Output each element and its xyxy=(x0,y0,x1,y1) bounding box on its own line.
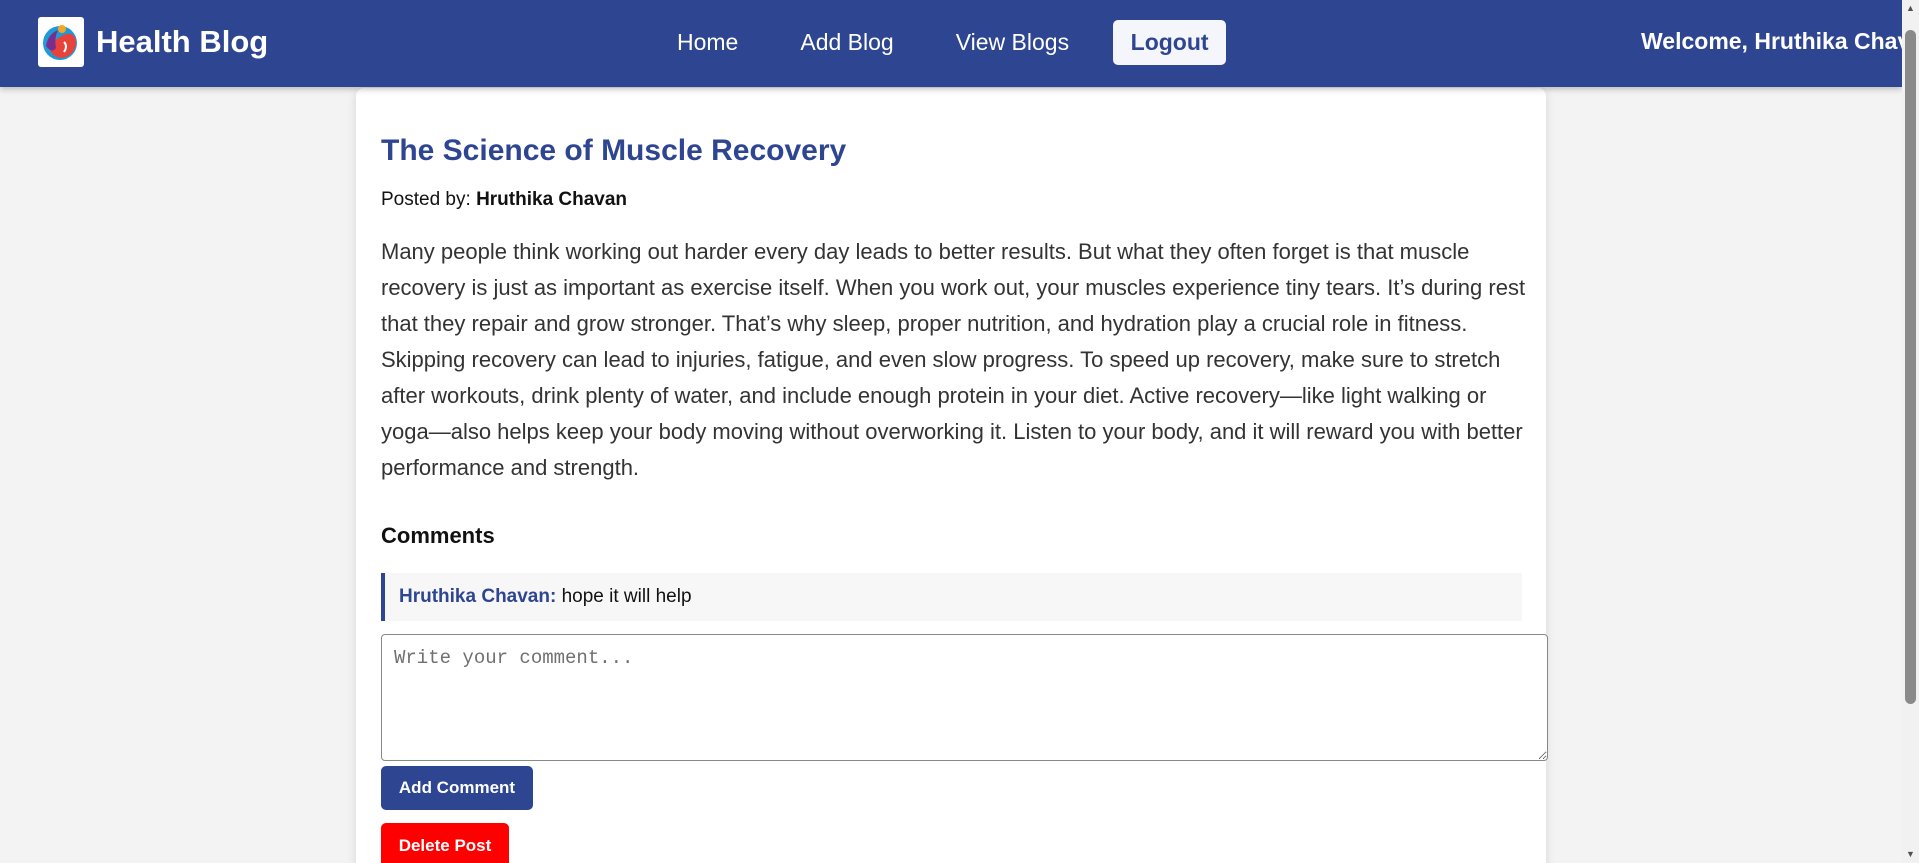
comment-author: Hruthika Chavan: xyxy=(399,586,557,607)
health-logo-icon xyxy=(38,17,84,67)
brand-title: Health Blog xyxy=(96,24,269,59)
post-author: Hruthika Chavan xyxy=(476,189,628,210)
scroll-up-arrow-icon[interactable]: ▲ xyxy=(1902,0,1919,17)
posted-by-label: Posted by: xyxy=(381,189,471,210)
comment-text: hope it will help xyxy=(561,586,692,607)
nav-link-view-blogs[interactable]: View Blogs xyxy=(956,19,1069,65)
scroll-down-arrow-icon[interactable]: ▼ xyxy=(1902,846,1919,863)
vertical-scrollbar[interactable]: ▲ ▼ xyxy=(1902,0,1919,863)
navbar: Health Blog Home Add Blog View Blogs Log… xyxy=(0,0,1919,87)
comments-heading: Comments xyxy=(381,523,495,548)
post-body: Many people think working out harder eve… xyxy=(381,239,1526,480)
logout-button[interactable]: Logout xyxy=(1113,19,1227,65)
scroll-thumb[interactable] xyxy=(1905,30,1916,704)
add-comment-button[interactable]: Add Comment xyxy=(381,766,533,810)
blog-post-card: The Science of Muscle Recovery Posted by… xyxy=(356,88,1548,863)
brand[interactable]: Health Blog xyxy=(38,17,268,67)
delete-post-button[interactable]: Delete Post xyxy=(381,823,509,863)
nav-link-home[interactable]: Home xyxy=(677,19,738,65)
welcome-text: Welcome, Hruthika Chavan xyxy=(1641,28,1919,54)
nav-links: Home Add Blog View Blogs Logout xyxy=(677,19,1227,65)
nav-link-add-blog[interactable]: Add Blog xyxy=(800,19,893,65)
comment-item: Hruthika Chavan: hope it will help xyxy=(381,573,1522,621)
post-title: The Science of Muscle Recovery xyxy=(381,134,847,167)
comment-input[interactable] xyxy=(381,634,1548,761)
posted-by: Posted by: Hruthika Chavan xyxy=(381,189,627,211)
